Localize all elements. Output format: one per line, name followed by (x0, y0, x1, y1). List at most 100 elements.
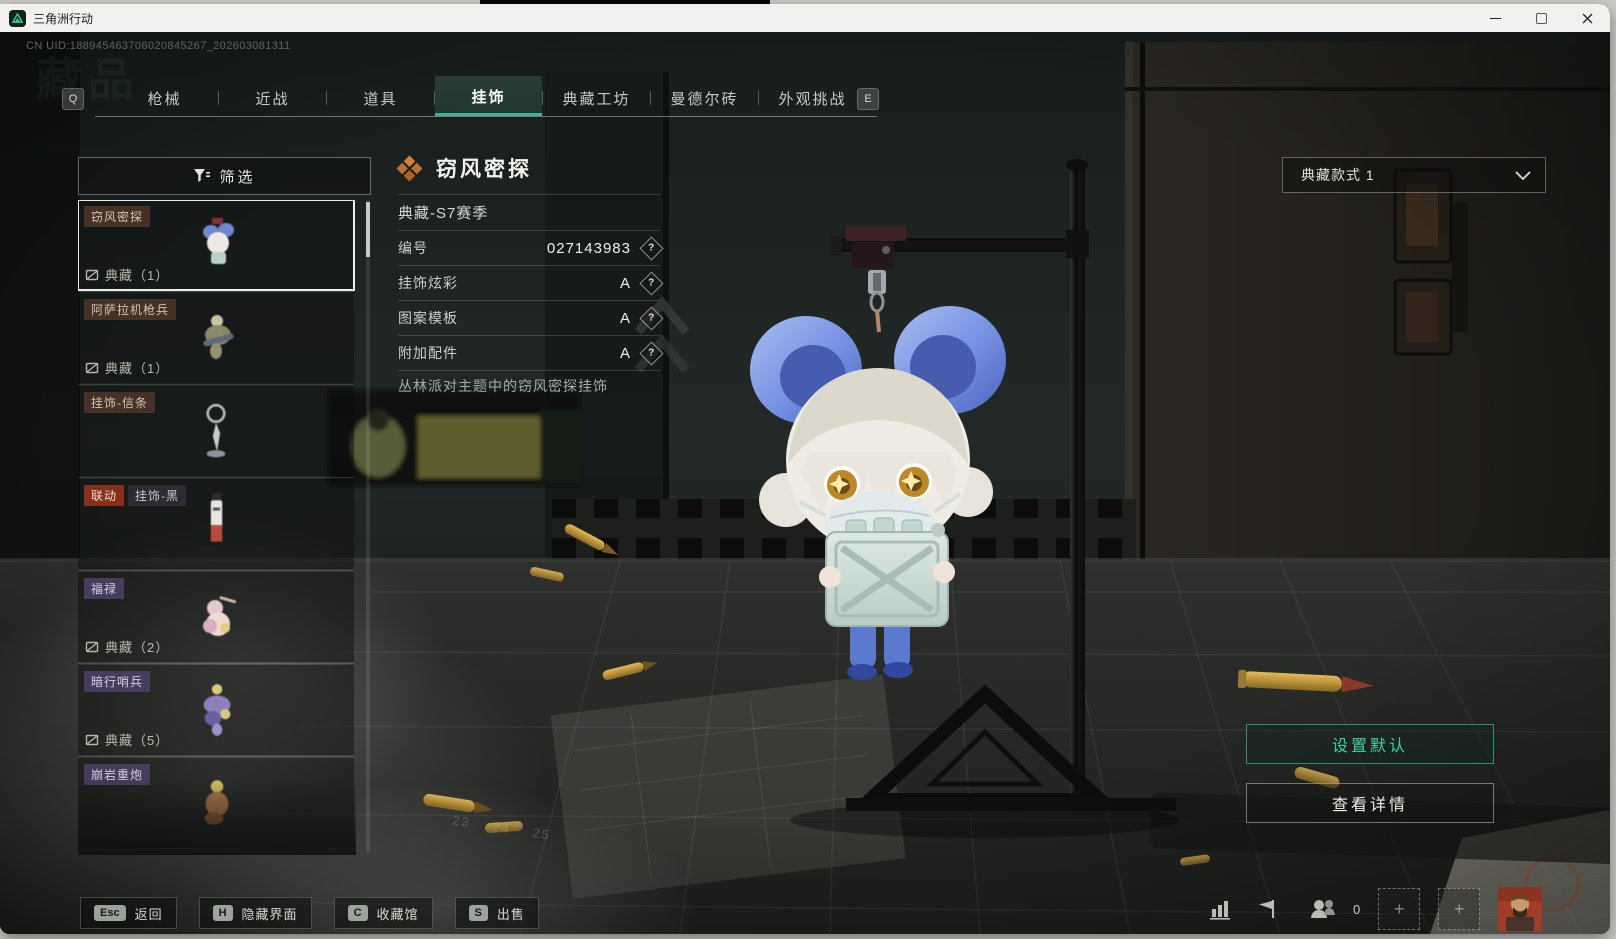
tab-items[interactable]: 道具 (327, 80, 434, 116)
list-item-charm[interactable]: 福禄 典藏（2） (78, 572, 354, 662)
row-label: 挂饰炫彩 (398, 275, 458, 291)
avatar-image (1498, 887, 1543, 931)
close-button[interactable] (1564, 4, 1610, 32)
item-thumbnail (210, 493, 223, 542)
c-key-icon: C (347, 905, 368, 921)
detail-row-pattern: 图案模板 A ? (398, 301, 664, 335)
s-key-icon: S (468, 905, 488, 921)
list-item-charm[interactable]: 挂饰-信条 (78, 386, 354, 476)
item-thumbnail (203, 596, 236, 636)
uid-text: CN UID:188945463706020845267_20260308131… (26, 40, 291, 52)
item-thumbnail (203, 315, 234, 359)
collection-count: 典藏（5） (105, 733, 170, 748)
detail-description: 丛林派对主题中的窃风密探挂饰 (398, 378, 608, 394)
hotkey-bar: Esc 返回 H 隐藏界面 C 收藏馆 S 出售 (80, 897, 539, 929)
player-avatar[interactable] (1498, 887, 1543, 931)
tab-collection-workshop[interactable]: 典藏工坊 (543, 80, 650, 116)
help-icon[interactable]: ? (639, 305, 664, 331)
row-label: 编号 (398, 240, 428, 256)
style-select-dropdown[interactable]: 典藏款式 1 (1282, 157, 1546, 193)
collection-hall-button[interactable]: C 收藏馆 (333, 897, 433, 929)
item-thumbnail (204, 780, 229, 825)
help-icon[interactable]: ? (639, 340, 664, 366)
squad-button[interactable] (1301, 894, 1345, 924)
set-default-button[interactable]: 设置默认 (1246, 724, 1494, 764)
category-tabs: 枪械 近战 道具 挂饰 典藏工坊 曼德尔砖 外观挑战 (111, 76, 866, 116)
bar-chart-icon (1210, 901, 1230, 920)
row-value: A (619, 309, 631, 327)
h-key-icon: H (212, 905, 233, 921)
esc-key-icon: Esc (94, 905, 126, 921)
hide-ui-button[interactable]: H 隐藏界面 (198, 897, 312, 929)
row-label: 图案模板 (398, 310, 458, 326)
game-viewport: 藏品 CN UID:188945463706020845267_20260308… (0, 32, 1610, 934)
item-name-badge: 福禄 (84, 578, 125, 599)
detail-title: 窃风密探 (436, 158, 532, 181)
tab-mandel-brick[interactable]: 曼德尔砖 (651, 80, 758, 116)
hotkey-label: 收藏馆 (376, 906, 419, 922)
tab-prev-key-hint[interactable]: Q (62, 88, 84, 110)
help-icon[interactable]: ? (639, 235, 664, 261)
detail-row-accessory: 附加配件 A ? (398, 336, 664, 370)
item-thumbnail (206, 403, 226, 458)
style-select-value: 典藏款式 1 (1301, 167, 1375, 183)
window-title: 三角洲行动 (33, 11, 94, 26)
season-row: 典藏-S7赛季 (398, 195, 660, 229)
item-thumbnail (203, 684, 231, 736)
tab-melee[interactable]: 近战 (219, 80, 326, 116)
filter-label: 筛选 (219, 168, 256, 186)
hotkey-label: 隐藏界面 (241, 906, 298, 922)
item-name-badge: 挂饰-黑 (128, 485, 187, 506)
collection-icon (85, 641, 99, 652)
item-thumbnail (203, 218, 234, 264)
people-icon (1311, 900, 1335, 918)
maximize-button[interactable] (1518, 4, 1564, 32)
hotkey-label: 返回 (134, 906, 163, 922)
detail-header: 窃风密探 (396, 153, 532, 183)
tab-next-key-hint[interactable]: E (857, 88, 879, 110)
banner-button[interactable] (1253, 894, 1283, 924)
chevron-down-icon (1515, 170, 1531, 180)
row-value: A (619, 344, 631, 362)
social-cluster: 0 + + (1205, 887, 1543, 931)
scrollbar-track[interactable] (366, 200, 370, 852)
back-button[interactable]: Esc 返回 (80, 897, 177, 929)
help-icon[interactable]: ? (639, 270, 664, 296)
detail-divider (398, 370, 660, 371)
scrollbar-thumb[interactable] (366, 202, 370, 257)
list-item-charm[interactable]: 暗行哨兵 典藏（5） (78, 665, 354, 755)
collection-icon (85, 269, 99, 280)
squad-slot-add-button[interactable]: + (1378, 888, 1421, 930)
app-window: 三角洲行动 藏品 CN UID:188945463706020845267_20… (0, 4, 1610, 934)
item-name-badge: 暗行哨兵 (84, 671, 151, 692)
tab-weapons[interactable]: 枪械 (111, 80, 218, 116)
item-name-badge: 崩岩重炮 (84, 764, 151, 785)
window-titlebar: 三角洲行动 (0, 4, 1610, 32)
item-name-badge: 窃风密探 (84, 206, 151, 227)
squad-slot-add-button[interactable]: + (1438, 888, 1481, 930)
charm-rarity-icon (396, 155, 423, 181)
sell-button[interactable]: S 出售 (454, 897, 539, 929)
collection-icon (85, 362, 99, 373)
charm-list: 窃风密探 典藏（1） 阿萨拉机枪兵 典藏（1） 挂饰-信条 联动 挂饰-黑 福禄… (78, 200, 356, 855)
detail-row-serial: 编号 027143983 ? (398, 231, 664, 265)
filter-button[interactable]: 筛选 (78, 157, 371, 195)
view-details-button[interactable]: 查看详情 (1246, 783, 1494, 823)
list-item-charm[interactable]: 窃风密探 典藏（1） (78, 200, 355, 291)
row-value: 027143983 (546, 239, 631, 257)
tab-appearance-challenge[interactable]: 外观挑战 (759, 80, 866, 116)
row-value: A (619, 274, 631, 292)
tab-underline (95, 116, 877, 117)
list-item-charm[interactable]: 联动 挂饰-黑 (78, 479, 354, 569)
list-item-charm[interactable]: 阿萨拉机枪兵 典藏（1） (78, 293, 354, 383)
collection-count: 典藏（2） (105, 640, 170, 655)
row-label: 附加配件 (398, 345, 458, 361)
season-label: 典藏-S7赛季 (398, 204, 489, 222)
minimize-button[interactable] (1472, 4, 1518, 32)
stats-button[interactable] (1205, 894, 1235, 924)
item-name-badge: 阿萨拉机枪兵 (84, 299, 177, 320)
tab-charms[interactable]: 挂饰 (435, 76, 542, 116)
collection-icon (85, 734, 99, 745)
filter-funnel-icon (194, 169, 211, 182)
list-item-charm[interactable]: 崩岩重炮 (78, 758, 354, 848)
